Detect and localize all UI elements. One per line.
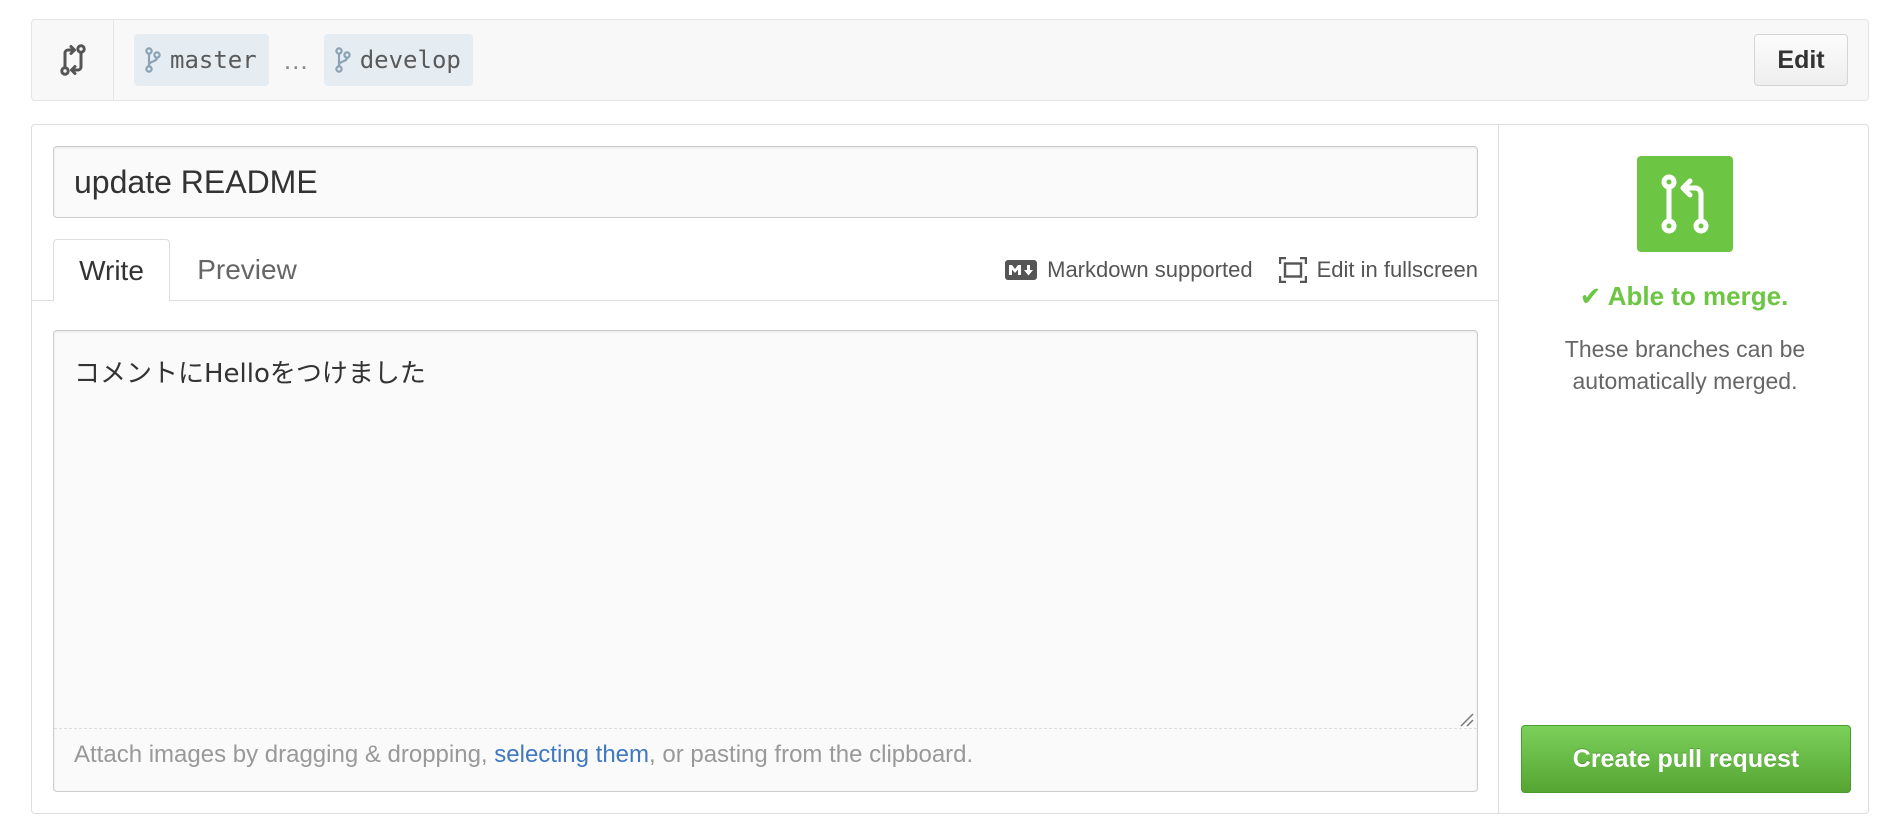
tab-write[interactable]: Write [53, 239, 170, 302]
resize-handle-icon[interactable] [1458, 711, 1474, 727]
branch-range: master … develop [114, 34, 473, 86]
create-pull-request-button[interactable]: Create pull request [1521, 725, 1851, 793]
merge-description: These branches can be automatically merg… [1564, 336, 1806, 394]
markdown-label: Markdown supported [1047, 257, 1253, 282]
branch-separator: … [282, 44, 310, 75]
merge-sidebar: ✔ Able to merge. These branches can be a… [1500, 125, 1868, 813]
attach-hint-prefix: Attach images by dragging & dropping, [74, 741, 495, 768]
git-branch-icon [335, 47, 351, 73]
git-compare-icon [59, 44, 86, 76]
pull-request-badge [1637, 156, 1733, 252]
comment-body-field[interactable]: コメントにHelloをつけました Attach images by draggi… [53, 330, 1478, 792]
markdown-icon [1005, 260, 1038, 280]
base-branch-label: master [170, 46, 257, 74]
markdown-help-link[interactable]: Markdown supported [1005, 257, 1253, 283]
base-branch[interactable]: master [134, 34, 269, 86]
discussion-form: Write Preview Markdown supported [32, 125, 1499, 813]
fullscreen-icon [1278, 257, 1307, 283]
title-input[interactable] [53, 146, 1478, 218]
edit-button[interactable]: Edit [1754, 34, 1848, 86]
attach-hint: Attach images by dragging & dropping, se… [74, 741, 973, 769]
tab-preview[interactable]: Preview [182, 239, 312, 301]
git-pull-request-icon [1661, 174, 1709, 234]
compare-bar: master … develop Edit [31, 19, 1869, 101]
comment-textarea[interactable]: コメントにHelloをつけました [54, 331, 1477, 729]
editor-toolbar: Markdown supported Edit in fullscreen [979, 239, 1478, 301]
fullscreen-label: Edit in fullscreen [1316, 257, 1478, 282]
merge-status: ✔ Able to merge. [1579, 281, 1789, 311]
attach-hint-suffix: , or pasting from the clipboard. [649, 741, 974, 768]
head-branch-label: develop [359, 46, 461, 74]
fullscreen-link[interactable]: Edit in fullscreen [1278, 257, 1478, 283]
head-branch[interactable]: develop [323, 34, 473, 86]
git-branch-icon [145, 47, 161, 73]
editor-tabs: Write Preview Markdown supported Edit in… [32, 239, 1498, 302]
compare-icon-cell [32, 20, 114, 100]
select-files-link[interactable]: selecting them [494, 741, 649, 768]
pull-request-form: Write Preview Markdown supported [31, 124, 1869, 814]
